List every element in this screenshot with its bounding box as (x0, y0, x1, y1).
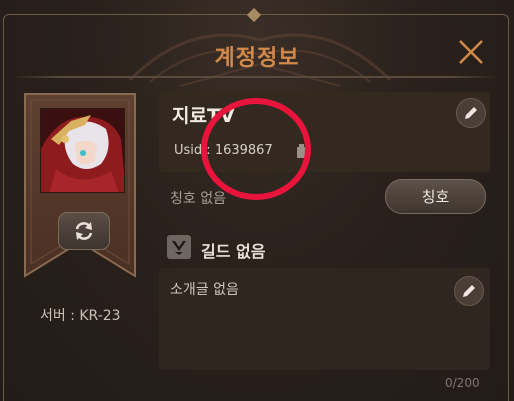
honor-button[interactable]: 칭호 (385, 179, 486, 214)
edit-intro-button[interactable] (454, 276, 484, 306)
header-divider (12, 76, 498, 78)
copy-uid-button[interactable] (293, 143, 309, 159)
uid-value: 1639867 (214, 143, 273, 158)
refresh-portrait-button[interactable] (58, 212, 110, 250)
intro-text: 소개글 없음 (170, 282, 239, 298)
refresh-icon (75, 222, 93, 240)
guild-emblem-icon (172, 241, 186, 255)
page-title: 계정정보 (214, 46, 300, 71)
character-portrait (41, 109, 124, 192)
edit-nickname-button[interactable] (456, 98, 486, 128)
guild-emblem (167, 235, 191, 259)
honor-status: 칭호 없음 (170, 191, 226, 207)
pencil-icon (465, 107, 477, 119)
avatar[interactable] (40, 108, 125, 193)
copy-icon (297, 144, 306, 158)
nickname: 지료TV (172, 105, 235, 127)
close-button[interactable] (455, 36, 487, 68)
user-id: Usid : 1639867 (174, 143, 273, 158)
pencil-icon (463, 285, 475, 297)
guild-status: 길드 없음 (201, 242, 266, 261)
intro-char-counter: 0/200 (445, 376, 480, 390)
close-icon (459, 40, 483, 64)
server-label: 서버 : KR-23 (40, 308, 121, 324)
uid-label: Usid (174, 143, 203, 158)
uid-separator: : (206, 143, 215, 158)
account-info-panel: 계정정보 서버: KR-23 지료TV Usid: 1639867 칭호 없… (0, 0, 514, 401)
